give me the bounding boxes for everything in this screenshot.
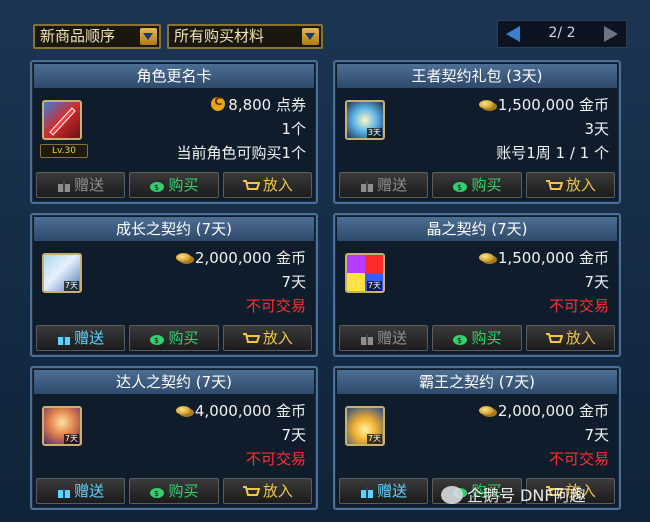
gold-coin-icon: [478, 100, 494, 109]
item-title: 成长之契约 (7天): [34, 217, 314, 241]
svg-text:$: $: [457, 183, 462, 192]
item-price: 8,800 点券: [211, 94, 306, 115]
buy-button[interactable]: $购买: [129, 478, 219, 506]
coin-bag-icon: $: [452, 329, 468, 353]
item-price: 1,500,000 金币: [478, 247, 609, 268]
item-price: 4,000,000 金币: [175, 400, 306, 421]
item-title: 角色更名卡: [34, 64, 314, 88]
growth-contract-icon[interactable]: 7天: [42, 253, 82, 293]
svg-text:$: $: [154, 489, 159, 498]
coin-bag-icon: $: [149, 329, 165, 353]
item-duration: 7天: [584, 426, 609, 444]
cart-icon: [242, 329, 261, 353]
material-filter-label: 所有购买材料: [174, 27, 265, 45]
gift-button[interactable]: 赠送: [339, 172, 429, 200]
crystal-contract-icon[interactable]: 7天: [345, 253, 385, 293]
pager: 2/ 2: [497, 20, 627, 48]
watermark: 企鹅号 DNF阿趣: [441, 482, 586, 506]
thumb-duration: 7天: [63, 281, 79, 291]
gold-coin-icon: [175, 253, 191, 262]
item-purchase-limit: 当前角色可购买1个: [176, 144, 306, 162]
untradeable-label: 不可交易: [548, 297, 609, 315]
shop-item-card: 达人之契约 (7天) 7天 4,000,000 金币 7天 不可交易 赠送 $ 购…: [30, 366, 318, 510]
next-page-icon[interactable]: [604, 26, 618, 42]
buy-button[interactable]: $购买: [129, 172, 219, 200]
thumb-duration: 7天: [366, 434, 382, 444]
rename-card-icon[interactable]: [42, 100, 82, 140]
gift-button[interactable]: 赠送: [339, 325, 429, 353]
svg-text:$: $: [154, 336, 159, 345]
overlord-contract-icon[interactable]: 7天: [345, 406, 385, 446]
untradeable-label: 不可交易: [245, 297, 306, 315]
sort-dropdown-label: 新商品顺序: [40, 27, 116, 45]
gift-button[interactable]: 赠送: [36, 478, 126, 506]
master-contract-icon[interactable]: 7天: [42, 406, 82, 446]
gift-button[interactable]: 赠送: [36, 172, 126, 200]
add-to-cart-button[interactable]: 放入: [525, 325, 615, 353]
item-duration: 7天: [584, 273, 609, 291]
gift-button[interactable]: 赠送: [339, 478, 429, 506]
item-quantity: 1个: [281, 120, 306, 138]
item-title: 达人之契约 (7天): [34, 370, 314, 394]
level-badge: Lv.30: [40, 144, 88, 158]
thumb-duration: 3天: [366, 128, 382, 138]
gift-icon: [360, 176, 374, 200]
gift-icon: [57, 329, 71, 353]
add-to-cart-button[interactable]: 放入: [222, 172, 312, 200]
thumb-duration: 7天: [63, 434, 79, 444]
item-duration: 7天: [281, 426, 306, 444]
material-filter-dropdown[interactable]: 所有购买材料: [167, 24, 323, 49]
gift-button[interactable]: 赠送: [36, 325, 126, 353]
svg-text:$: $: [457, 336, 462, 345]
item-title: 晶之契约 (7天): [337, 217, 617, 241]
shop-item-card: 晶之契约 (7天) 7天 1,500,000 金币 7天 不可交易 赠送 $ 购买…: [333, 213, 621, 357]
gift-icon: [57, 482, 71, 506]
sort-dropdown[interactable]: 新商品顺序: [33, 24, 161, 49]
voucher-coin-icon: [211, 95, 226, 111]
gift-icon: [57, 176, 71, 200]
gold-coin-icon: [478, 253, 494, 262]
coin-bag-icon: $: [149, 482, 165, 506]
shop-item-card: 角色更名卡 Lv.30 8,800 点券 1个 当前角色可购买1个 赠送 $购买…: [30, 60, 318, 204]
buy-button[interactable]: $购买: [129, 325, 219, 353]
add-to-cart-button[interactable]: 放入: [222, 478, 312, 506]
gift-icon: [360, 482, 374, 506]
gold-coin-icon: [175, 406, 191, 415]
coin-bag-icon: $: [452, 176, 468, 200]
shop-item-card: 王者契约礼包 (3天) 3天 1,500,000 金币 3天 账号1周 1 / …: [333, 60, 621, 204]
cart-icon: [242, 482, 261, 506]
item-purchase-limit: 账号1周 1 / 1 个: [496, 144, 609, 162]
thumb-duration: 7天: [366, 281, 382, 291]
item-duration: 7天: [281, 273, 306, 291]
coin-bag-icon: $: [149, 176, 165, 200]
chevron-down-icon[interactable]: [140, 28, 157, 45]
svg-text:$: $: [154, 183, 159, 192]
shop-item-card: 成长之契约 (7天) 7天 2,000,000 金币 7天 不可交易 赠送 $ 购…: [30, 213, 318, 357]
item-price: 2,000,000 金币: [175, 247, 306, 268]
untradeable-label: 不可交易: [548, 450, 609, 468]
king-contract-pack-icon[interactable]: 3天: [345, 100, 385, 140]
buy-button[interactable]: $购买: [432, 172, 522, 200]
add-to-cart-button[interactable]: 放入: [222, 325, 312, 353]
cart-icon: [545, 329, 564, 353]
item-title: 王者契约礼包 (3天): [337, 64, 617, 88]
untradeable-label: 不可交易: [245, 450, 306, 468]
chevron-down-icon[interactable]: [302, 28, 319, 45]
item-price: 1,500,000 金币: [478, 94, 609, 115]
penguin-logo-icon: [441, 486, 463, 504]
cart-icon: [242, 176, 261, 200]
gold-coin-icon: [478, 406, 494, 415]
add-to-cart-button[interactable]: 放入: [525, 172, 615, 200]
item-title: 霸王之契约 (7天): [337, 370, 617, 394]
item-price: 2,000,000 金币: [478, 400, 609, 421]
gift-icon: [360, 329, 374, 353]
cart-icon: [545, 176, 564, 200]
item-duration: 3天: [584, 120, 609, 138]
buy-button[interactable]: $购买: [432, 325, 522, 353]
watermark-text: 企鹅号 DNF阿趣: [467, 486, 586, 505]
